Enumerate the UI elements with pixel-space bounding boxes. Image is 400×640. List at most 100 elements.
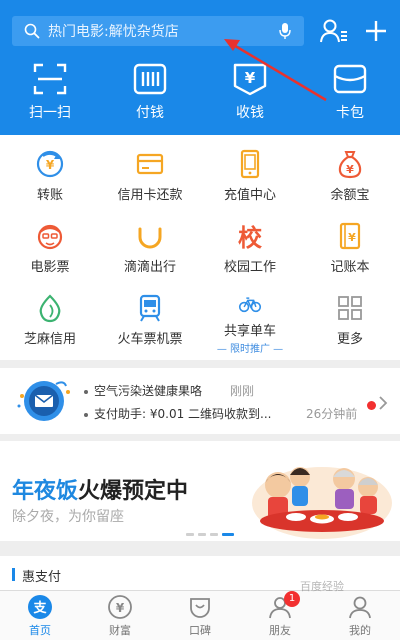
service-grid: ¥ 转账 信用卡还款 充值中心 ¥ 余额宝 电影票 滴滴出行 校 校园工作 ¥ … xyxy=(0,135,400,360)
profile-icon xyxy=(349,596,371,619)
didi-icon xyxy=(138,227,162,249)
tab-friends[interactable]: 朋友 1 xyxy=(240,591,320,640)
service-credit-card[interactable]: 信用卡还款 xyxy=(100,139,200,211)
promo-banner[interactable]: 年夜饭火爆预定中 除夕夜，为你留座 xyxy=(0,441,400,541)
bullet xyxy=(84,412,88,417)
service-yuebao[interactable]: ¥ 余额宝 xyxy=(300,139,400,211)
contacts-button[interactable] xyxy=(318,14,350,48)
service-label: 记账本 xyxy=(330,260,370,275)
quick-action-receive[interactable]: ¥ 收钱 xyxy=(200,62,300,128)
search-placeholder: 热门电影:解忧杂货店 xyxy=(48,24,179,40)
service-campus[interactable]: 校 校园工作 xyxy=(200,211,300,283)
campus-icon: 校 xyxy=(238,224,263,251)
notification-badge: 1 xyxy=(284,591,300,607)
quick-action-scan[interactable]: 扫一扫 xyxy=(0,62,100,128)
chevron-right-icon[interactable] xyxy=(378,395,388,411)
service-movie[interactable]: 电影票 xyxy=(0,211,100,283)
quick-action-label: 收钱 xyxy=(236,105,264,121)
svg-text:¥: ¥ xyxy=(116,601,125,615)
tab-label: 首页 xyxy=(29,624,51,637)
banner-subtitle: 除夕夜，为你留座 xyxy=(12,509,124,525)
credit-card-icon xyxy=(136,153,164,175)
more-grid-icon xyxy=(338,296,362,320)
service-label: 芝麻信用 xyxy=(23,332,76,347)
tab-profile[interactable]: 我的 xyxy=(320,591,400,640)
news-item[interactable]: 支付助手: ¥0.01 二维码收款到... xyxy=(84,405,271,422)
search-icon xyxy=(24,23,40,39)
money-bag-icon: ¥ xyxy=(338,151,362,179)
service-label: 充值中心 xyxy=(223,188,276,203)
svg-text:支: 支 xyxy=(32,600,47,616)
svg-text:¥: ¥ xyxy=(46,158,55,172)
quick-action-cards[interactable]: 卡包 xyxy=(300,62,400,128)
service-label: 共享单车 xyxy=(223,324,276,339)
card-wallet-icon xyxy=(333,64,367,94)
bottom-tab-bar: 支 首页 ¥ 财富 口碑 朋友 1 我的 xyxy=(0,590,400,640)
header: 热门电影:解忧杂货店 扫一扫 付钱 ¥ 收钱 卡包 xyxy=(0,0,400,135)
service-label: 电影票 xyxy=(30,260,70,275)
family-dinner-illustration xyxy=(252,467,392,539)
carousel-dot-active xyxy=(222,533,234,536)
service-recharge[interactable]: 充值中心 xyxy=(200,139,300,211)
news-text: 空气污染送健康果咯 xyxy=(94,384,203,398)
watermark: 百度经验 xyxy=(300,580,344,593)
tab-koubei[interactable]: 口碑 xyxy=(160,591,240,640)
add-button[interactable] xyxy=(360,14,392,48)
service-label: 火车票机票 xyxy=(117,332,183,347)
service-more[interactable]: 更多 xyxy=(300,283,400,355)
plus-icon xyxy=(366,21,386,41)
carousel-dot xyxy=(186,533,194,536)
svg-text:¥: ¥ xyxy=(245,69,256,87)
microphone-icon[interactable] xyxy=(278,22,292,40)
tab-wealth[interactable]: ¥ 财富 xyxy=(80,591,160,640)
service-train[interactable]: 火车票机票 xyxy=(100,283,200,355)
news-text: 支付助手: ¥0.01 二维码收款到... xyxy=(94,407,272,421)
phone-recharge-icon xyxy=(240,149,260,179)
service-label: 更多 xyxy=(336,332,363,347)
service-sesame[interactable]: 芝麻信用 xyxy=(0,283,100,355)
search-bar[interactable]: 热门电影:解忧杂货店 xyxy=(12,16,304,46)
section-accent-bar xyxy=(12,568,15,581)
tab-home[interactable]: 支 首页 xyxy=(0,591,80,640)
assistant-robot-icon xyxy=(17,381,70,421)
banner-title-rest: 火爆预定中 xyxy=(78,479,189,504)
service-label: 滴滴出行 xyxy=(123,260,176,275)
koubei-icon xyxy=(190,598,210,618)
quick-action-label: 卡包 xyxy=(336,105,364,121)
quick-action-label: 扫一扫 xyxy=(29,105,71,121)
section-title: 惠支付 xyxy=(22,570,62,585)
service-label: 信用卡还款 xyxy=(117,188,183,203)
news-card[interactable]: 空气污染送健康果咯 刚刚 支付助手: ¥0.01 二维码收款到... 26分钟前 xyxy=(0,368,400,434)
scan-icon xyxy=(33,63,67,95)
carousel-indicator xyxy=(186,533,234,536)
svg-text:¥: ¥ xyxy=(348,231,356,244)
carousel-dot xyxy=(198,533,206,536)
ledger-icon: ¥ xyxy=(339,222,361,250)
sesame-credit-icon xyxy=(39,294,61,323)
service-didi[interactable]: 滴滴出行 xyxy=(100,211,200,283)
service-ledger[interactable]: ¥ 记账本 xyxy=(300,211,400,283)
wealth-icon: ¥ xyxy=(108,595,132,619)
unread-dot xyxy=(367,401,376,410)
service-transfer[interactable]: ¥ 转账 xyxy=(0,139,100,211)
bicycle-icon xyxy=(238,297,262,313)
news-time: 刚刚 xyxy=(230,384,255,398)
service-bike[interactable]: 共享单车 — 限时推广 — xyxy=(200,283,300,355)
service-label: 转账 xyxy=(36,188,63,203)
train-icon xyxy=(139,294,161,322)
service-label: 校园工作 xyxy=(223,260,276,275)
service-label: 余额宝 xyxy=(330,188,370,203)
news-time: 26分钟前 xyxy=(306,407,358,421)
tab-label: 口碑 xyxy=(189,624,211,637)
banner-title-highlight: 年夜饭 xyxy=(12,479,79,504)
quick-action-label: 付钱 xyxy=(136,105,164,121)
carousel-dot xyxy=(210,533,218,536)
bullet xyxy=(84,389,88,394)
tab-label: 朋友 xyxy=(269,624,291,637)
quick-action-pay[interactable]: 付钱 xyxy=(100,62,200,128)
barcode-icon xyxy=(133,63,167,95)
campus-glyph: 校 xyxy=(238,224,263,251)
home-pay-icon: 支 xyxy=(28,595,52,619)
receive-money-icon: ¥ xyxy=(233,63,267,96)
news-item[interactable]: 空气污染送健康果咯 xyxy=(84,382,202,399)
